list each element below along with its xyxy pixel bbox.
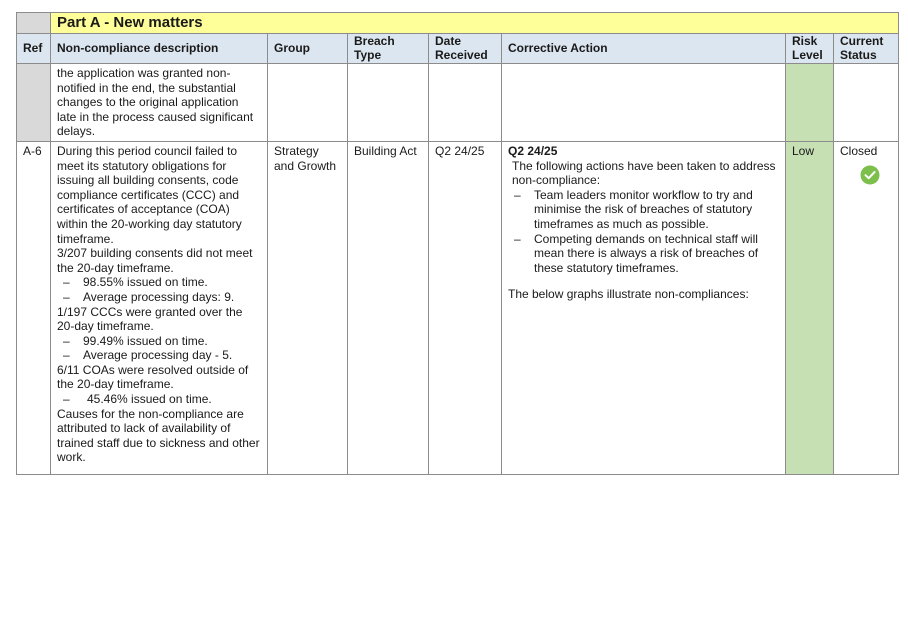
corrective-period: Q2 24/25 (508, 143, 558, 158)
header-date-received: Date Received (428, 33, 502, 64)
building-consents-points: 98.55% issued on time. Average processin… (57, 275, 261, 304)
check-circle-icon (860, 165, 880, 185)
corrective-footer: The below graphs illustrate non-complian… (508, 287, 749, 302)
corrective-action-cell: Q2 24/25 The following actions have been… (501, 140, 786, 475)
header-breach-type: Breach Type (347, 33, 429, 64)
description-intro: During this period council failed to mee… (57, 143, 242, 246)
table-row-a6: A-6 During this period council failed to… (16, 140, 900, 475)
header-corrective-action: Corrective Action (501, 33, 786, 64)
list-item: Average processing days: 9. (57, 290, 261, 305)
coa-summary: 6/11 COAs were resolved outside of the 2… (57, 362, 249, 392)
group-cell: Strategy and Growth (267, 140, 348, 475)
list-item: 45.46% issued on time. (57, 392, 261, 407)
current-status-cell: Closed (832, 140, 900, 475)
header-row: Ref Non-compliance description Group Bre… (16, 33, 900, 64)
non-compliance-table: Part A - New matters Ref Non-compliance … (16, 12, 900, 475)
list-item: Competing demands on technical staff wil… (508, 232, 779, 276)
risk-level-cell: Low (785, 140, 834, 475)
ccc-points: 99.49% issued on time. Average processin… (57, 334, 261, 363)
date-received-cell: Q2 24/25 (428, 140, 502, 475)
coa-points: 45.46% issued on time. (57, 392, 261, 407)
title-ref-cell (16, 12, 51, 34)
ref-cell: A-6 (16, 140, 51, 475)
table-row-continued: the application was granted non-notified… (16, 63, 900, 142)
building-consents-summary: 3/207 building consents did not meet the… (57, 246, 253, 275)
corrective-action-cell (501, 63, 786, 142)
ccc-summary: 1/197 CCCs were granted over the 20-day … (57, 304, 243, 334)
section-title: Part A - New matters (49, 12, 900, 34)
header-ref: Ref (16, 33, 51, 64)
header-description: Non-compliance description (50, 33, 268, 64)
description-cell: During this period council failed to mee… (50, 140, 268, 475)
list-item: 98.55% issued on time. (57, 275, 261, 290)
list-item: Team leaders monitor workflow to try and… (508, 188, 779, 232)
section-title-row: Part A - New matters (16, 12, 900, 34)
list-item: 99.49% issued on time. (57, 334, 261, 349)
header-group: Group (267, 33, 348, 64)
date-received-cell (428, 63, 502, 142)
breach-type-cell: Building Act (347, 140, 429, 475)
group-cell (267, 63, 348, 142)
compliance-register: Part A - New matters Ref Non-compliance … (16, 12, 900, 475)
breach-type-cell (347, 63, 429, 142)
corrective-points: Team leaders monitor workflow to try and… (508, 188, 779, 276)
ref-cell (16, 63, 51, 142)
header-current-status: Current Status (832, 33, 900, 64)
status-text: Closed (840, 143, 878, 158)
header-risk-level: Risk Level (785, 33, 834, 64)
corrective-intro: The following actions have been taken to… (512, 158, 776, 188)
current-status-cell (832, 63, 900, 142)
description-cell: the application was granted non-notified… (50, 63, 268, 142)
causes-text: Causes for the non-compliance are attrib… (57, 406, 260, 465)
risk-level-cell (785, 63, 834, 142)
list-item: Average processing day - 5. (57, 348, 261, 363)
